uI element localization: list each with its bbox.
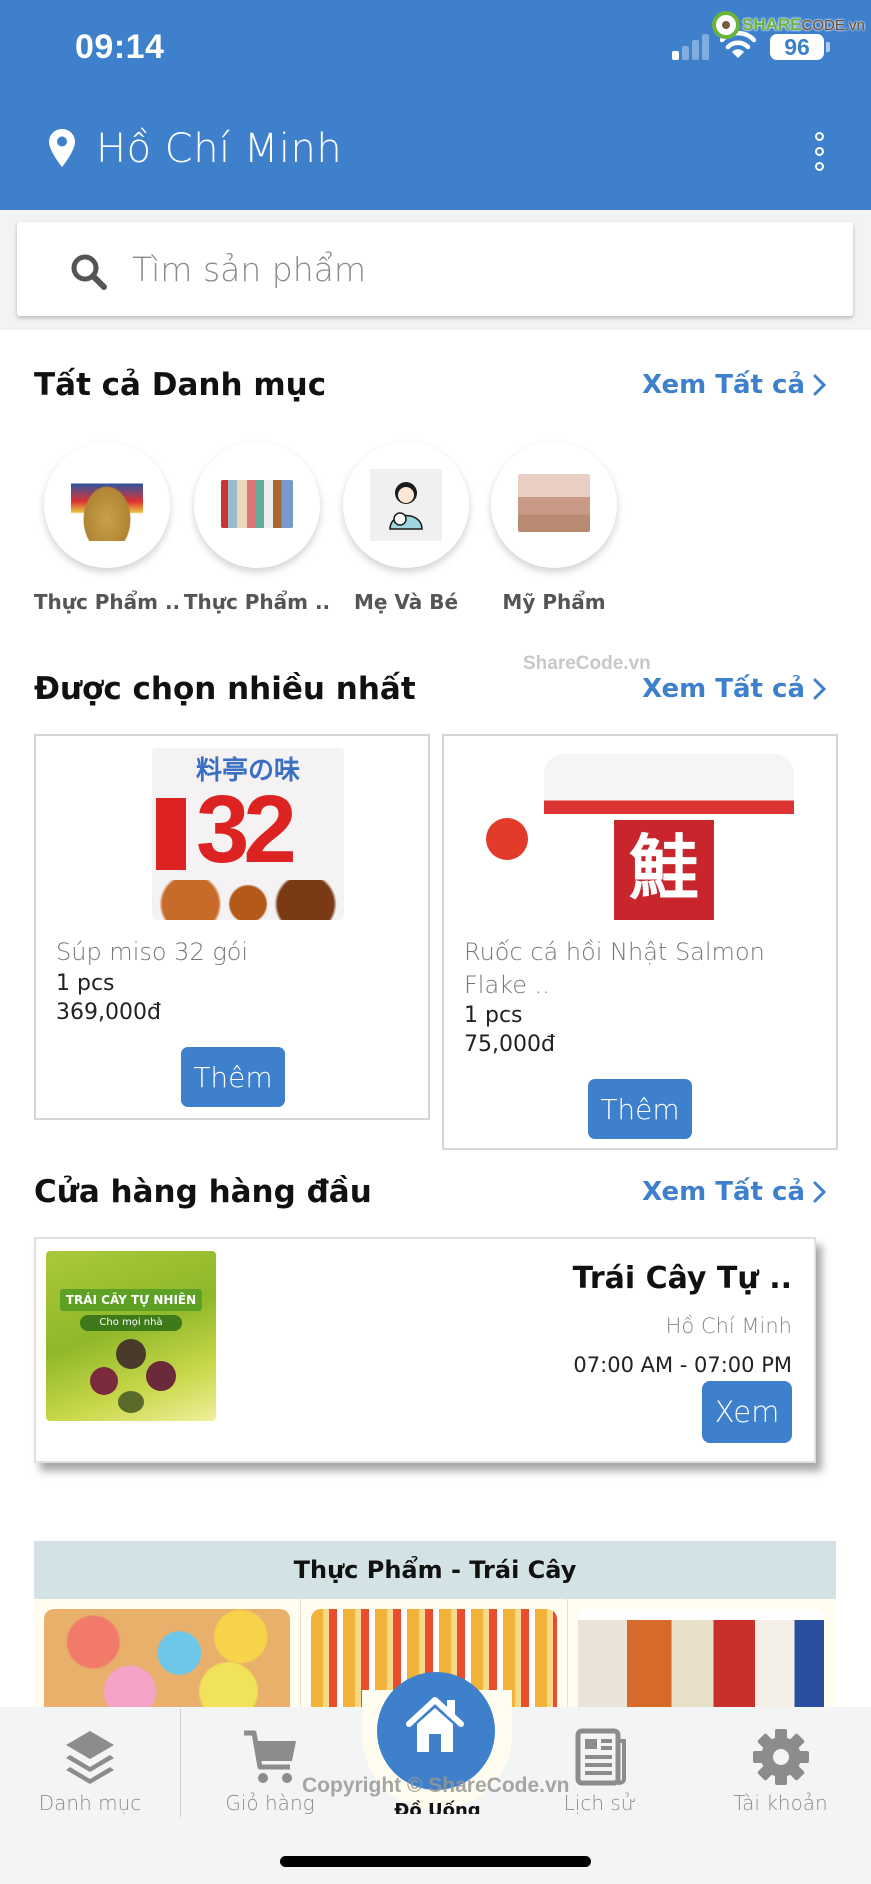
- nav-item-home[interactable]: [377, 1672, 495, 1790]
- category-item[interactable]: Thực Phẩm ..: [32, 442, 182, 614]
- add-to-cart-button[interactable]: Thêm: [181, 1047, 285, 1107]
- home-icon: [406, 1697, 464, 1752]
- view-store-button[interactable]: Xem: [702, 1381, 792, 1443]
- copyright-watermark: Copyright © ShareCode.vn: [302, 1774, 570, 1797]
- product-price: 369,000đ: [56, 1000, 161, 1025]
- category-item[interactable]: Mỹ Phẩm: [479, 442, 629, 614]
- status-time: 09:14: [75, 28, 165, 66]
- store-image: TRÁI CÂY TỰ NHIÊN Cho mọi nhà: [46, 1251, 216, 1421]
- categories-section-title: Tất cả Danh mục: [34, 367, 327, 403]
- more-options-button[interactable]: [808, 132, 832, 172]
- cart-icon: [244, 1730, 296, 1783]
- sharecode-watermark-logo: SHARE CODE.vn: [712, 10, 865, 40]
- sharecode-logo-icon: [712, 11, 740, 39]
- chevron-right-icon: [813, 1181, 827, 1203]
- product-quantity: 1 pcs: [464, 1003, 523, 1028]
- popular-see-all-link[interactable]: Xem Tất cả: [642, 674, 827, 704]
- groceries-image: [578, 1609, 824, 1719]
- salmon-jar: 鮭: [544, 754, 794, 920]
- app-header: 09:14 96 SHARE CODE.vn Hồ Chí Minh: [0, 0, 871, 210]
- layers-icon: [66, 1731, 114, 1784]
- category-image: [44, 442, 170, 568]
- more-vertical-icon: [815, 132, 824, 141]
- store-city: Hồ Chí Minh: [665, 1314, 792, 1338]
- product-price: 75,000đ: [464, 1032, 555, 1057]
- search-input[interactable]: [132, 240, 822, 298]
- product-image: 鮭: [456, 748, 826, 928]
- gear-icon: [752, 1729, 809, 1785]
- nav-item-categories[interactable]: Danh mục: [0, 1707, 180, 1817]
- cosmetics-image: [518, 474, 590, 532]
- home-indicator[interactable]: [280, 1856, 591, 1867]
- cellular-signal-icon: [672, 34, 709, 60]
- drinks-category-label-partial: Đồ Uống: [394, 1800, 481, 1814]
- product-image: 料亭の味 32: [48, 748, 418, 928]
- search-bar[interactable]: [17, 222, 853, 316]
- category-image: [343, 442, 469, 568]
- chevron-right-icon: [813, 374, 827, 396]
- map-pin-icon[interactable]: [48, 128, 76, 168]
- nav-item-account[interactable]: Tài khoản: [690, 1707, 871, 1817]
- category-image: [194, 442, 320, 568]
- stores-see-all-link[interactable]: Xem Tất cả: [642, 1177, 827, 1207]
- category-item[interactable]: Mẹ Và Bé: [331, 442, 481, 614]
- candy-image: [44, 1609, 290, 1719]
- product-card[interactable]: 鮭 Ruốc cá hồi Nhật Salmon Flake .. 1 pcs…: [442, 734, 838, 1150]
- category-item[interactable]: Thực Phẩm ..: [182, 442, 332, 614]
- product-card[interactable]: 料亭の味 32 Súp miso 32 gói 1 pcs 369,000đ T…: [34, 734, 430, 1120]
- store-name[interactable]: Trái Cây Tự ..: [573, 1261, 792, 1296]
- battery-cap: [826, 42, 830, 52]
- product-name[interactable]: Súp miso 32 gói: [56, 936, 406, 969]
- popular-section-title: Được chọn nhiều nhất: [34, 671, 416, 707]
- category-tile[interactable]: [568, 1599, 835, 1719]
- product-name[interactable]: Ruốc cá hồi Nhật Salmon Flake ..: [464, 936, 814, 1002]
- search-section: [0, 210, 871, 330]
- categories-see-all-link[interactable]: Xem Tất cả: [642, 370, 827, 400]
- gift-basket-image: [71, 469, 143, 541]
- category-image: [491, 442, 617, 568]
- search-icon: [71, 254, 107, 290]
- products-image: [221, 480, 293, 528]
- sharecode-watermark-text: ShareCode.vn: [523, 653, 651, 674]
- location-title[interactable]: Hồ Chí Minh: [96, 126, 342, 172]
- apple-logo: [486, 818, 528, 860]
- category-tile[interactable]: [34, 1599, 301, 1719]
- product-quantity: 1 pcs: [56, 971, 115, 996]
- category-grid-title: Thực Phẩm - Trái Cây: [34, 1541, 836, 1599]
- mother-baby-image: [370, 469, 442, 541]
- store-card[interactable]: TRÁI CÂY TỰ NHIÊN Cho mọi nhà Trái Cây T…: [34, 1237, 816, 1463]
- miso-package: 料亭の味 32: [152, 748, 344, 920]
- add-to-cart-button[interactable]: Thêm: [588, 1079, 692, 1139]
- store-hours: 07:00 AM - 07:00 PM: [573, 1353, 792, 1377]
- chevron-right-icon: [813, 678, 827, 700]
- nav-item-cart[interactable]: Giỏ hàng: [180, 1707, 360, 1817]
- newspaper-icon: [575, 1728, 626, 1786]
- nav-item-history[interactable]: Lịch sử: [510, 1707, 690, 1817]
- stores-section-title: Cửa hàng hàng đầu: [34, 1174, 372, 1210]
